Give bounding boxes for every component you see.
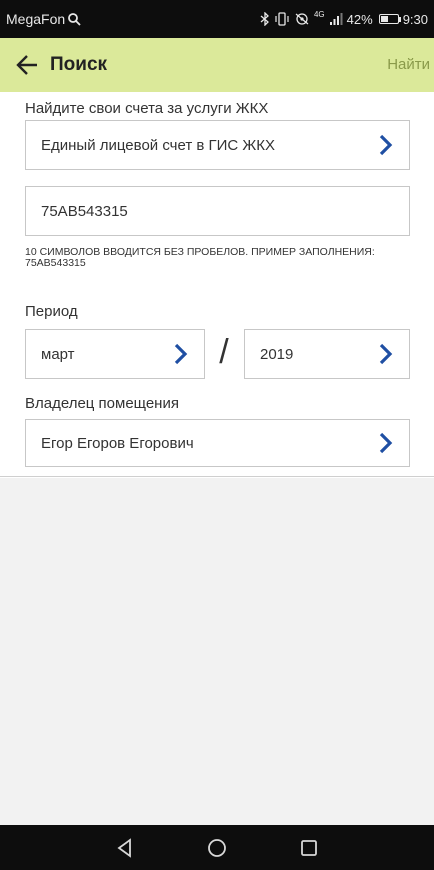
status-right: 4G 42% 9:30 (260, 9, 428, 27)
month-value: март (41, 345, 75, 363)
arrow-left-icon (16, 55, 37, 75)
chevron-right-icon (363, 420, 409, 466)
back-button[interactable] (0, 38, 48, 92)
eye-comfort-icon (295, 13, 309, 25)
battery-percent: 42% (346, 11, 373, 27)
signal-icon (329, 13, 343, 25)
owner-value: Егор Егоров Егорович (41, 434, 194, 452)
account-number-value: 75AB543315 (41, 202, 128, 220)
owner-select[interactable]: Егор Егоров Егорович (25, 419, 410, 467)
owner-label: Владелец помещения (25, 395, 179, 412)
page-title: Поиск (50, 54, 108, 75)
app-header: Поиск Найти (0, 38, 434, 92)
chevron-right-icon (363, 121, 409, 169)
vibrate-icon (275, 12, 289, 26)
nav-back-button[interactable] (79, 825, 171, 870)
triangle-back-icon (117, 837, 131, 858)
period-separator: / (219, 333, 229, 371)
square-recent-icon (301, 839, 317, 856)
month-select[interactable]: март (25, 329, 205, 379)
network-type: 4G (313, 9, 325, 19)
bluetooth-icon (260, 12, 269, 26)
system-nav-bar (0, 825, 434, 870)
account-number-field[interactable]: 75AB543315 (25, 186, 410, 236)
year-value: 2019 (260, 345, 294, 363)
form-heading: Найдите свои счета за услуги ЖКХ (25, 100, 269, 117)
find-button[interactable]: Найти (387, 38, 430, 92)
status-bar: MegaFon 4G 42% 9:30 (0, 0, 434, 38)
chevron-right-icon (158, 330, 204, 378)
period-label: Период (25, 303, 78, 320)
battery-icon (378, 14, 401, 24)
account-type-select[interactable]: Единый лицевой счет в ГИС ЖКХ (25, 120, 410, 170)
account-number-hint: 10 символов вводится без пробелов. Приме… (25, 246, 375, 269)
year-select[interactable]: 2019 (244, 329, 410, 379)
search-icon (68, 13, 81, 26)
nav-recent-button[interactable] (263, 825, 355, 870)
chevron-right-icon (363, 330, 409, 378)
clock: 9:30 (402, 11, 428, 27)
status-left: MegaFon (6, 11, 81, 27)
account-type-value: Единый лицевой счет в ГИС ЖКХ (41, 136, 275, 154)
search-form: Найдите свои счета за услуги ЖКХ Единый … (0, 92, 434, 477)
nav-home-button[interactable] (171, 825, 263, 870)
carrier-name: MegaFon (6, 11, 66, 27)
empty-area (0, 478, 434, 825)
circle-home-icon (208, 838, 226, 857)
